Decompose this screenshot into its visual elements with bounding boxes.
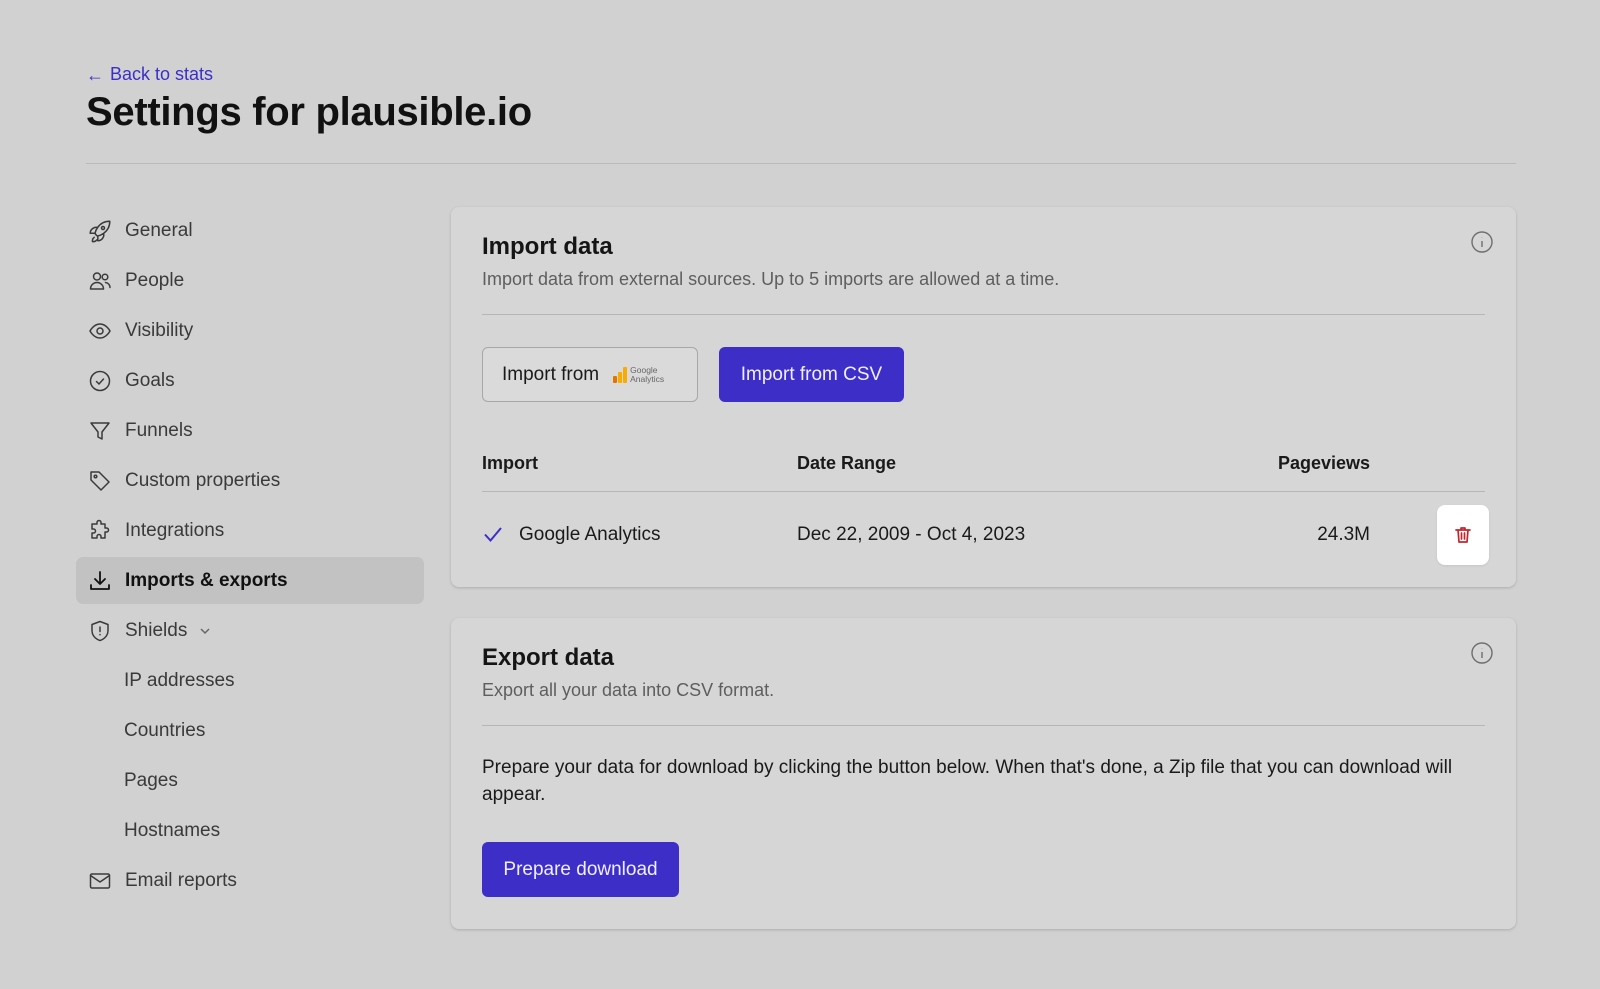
pageviews-cell: 24.3M <box>1317 524 1370 545</box>
people-icon <box>88 269 112 293</box>
sidebar-item-custom-properties[interactable]: Custom properties <box>76 457 424 504</box>
sidebar-item-hostnames[interactable]: Hostnames <box>76 807 424 854</box>
prepare-download-button[interactable]: Prepare download <box>482 842 679 897</box>
export-card-description: Export all your data into CSV format. <box>482 680 775 700</box>
import-from-google-analytics-button[interactable]: Import from Google Analytics <box>482 347 698 402</box>
ga-logo-text-analytics: Analytics <box>630 373 665 384</box>
sidebar-item-people[interactable]: People <box>76 257 424 304</box>
sidebar-item-label: Goals <box>125 369 175 391</box>
sidebar-item-email-reports[interactable]: Email reports <box>76 857 424 904</box>
puzzle-icon <box>88 519 112 543</box>
sidebar-item-label: Imports & exports <box>125 569 288 591</box>
import-from-csv-button[interactable]: Import from CSV <box>719 347 904 402</box>
check-circle-icon <box>88 369 112 393</box>
rocket-icon <box>88 219 112 243</box>
sidebar-item-visibility[interactable]: Visibility <box>76 307 424 354</box>
column-header-date-range: Date Range <box>797 453 897 473</box>
sidebar-item-label: People <box>125 269 185 291</box>
eye-icon <box>88 319 112 343</box>
sidebar-item-goals[interactable]: Goals <box>76 357 424 404</box>
settings-sidebar: General People Visibility Goals Funnels … <box>76 207 424 907</box>
sidebar-item-general[interactable]: General <box>76 207 424 254</box>
shield-icon <box>88 619 112 643</box>
sidebar-item-label: Hostnames <box>124 819 221 841</box>
table-header-divider <box>482 491 1485 492</box>
check-icon <box>482 523 504 545</box>
google-analytics-logo: Google Analytics <box>613 365 665 384</box>
sidebar-item-label: Custom properties <box>125 469 281 491</box>
export-instructions: Prepare your data for download by clicki… <box>482 757 1453 805</box>
column-header-import: Import <box>482 453 538 473</box>
import-card-title: Import data <box>482 233 613 260</box>
sidebar-item-integrations[interactable]: Integrations <box>76 507 424 554</box>
sidebar-item-label: Visibility <box>125 319 194 341</box>
back-to-stats-link[interactable]: ← Back to stats <box>86 64 213 85</box>
page-title: Settings for plausible.io <box>86 90 532 134</box>
mail-icon <box>88 869 112 893</box>
ga-bars-icon <box>613 366 628 383</box>
header-divider <box>86 163 1516 164</box>
info-icon[interactable] <box>1471 642 1493 664</box>
sidebar-item-label: Email reports <box>125 869 237 891</box>
sidebar-item-label: Pages <box>124 769 178 791</box>
info-icon[interactable] <box>1471 231 1493 253</box>
export-data-card: Export data Export all your data into CS… <box>451 618 1516 929</box>
date-range-cell: Dec 22, 2009 - Oct 4, 2023 <box>797 524 1026 545</box>
delete-import-button[interactable] <box>1437 505 1489 565</box>
sidebar-item-label: Shields <box>125 619 188 641</box>
sidebar-item-label: Funnels <box>125 419 193 441</box>
sidebar-item-label: IP addresses <box>124 669 235 691</box>
import-data-card: Import data Import data from external so… <box>451 207 1516 587</box>
tag-icon <box>88 469 112 493</box>
import-source-cell: Google Analytics <box>519 524 661 545</box>
sidebar-item-label: Countries <box>124 719 206 741</box>
sidebar-item-label: General <box>125 219 193 241</box>
arrow-left-icon: ← <box>86 64 104 85</box>
import-from-label: Import from <box>502 363 600 385</box>
sidebar-item-shields[interactable]: Shields <box>76 607 424 654</box>
import-card-description: Import data from external sources. Up to… <box>482 269 1060 289</box>
column-header-pageviews: Pageviews <box>1277 453 1370 473</box>
sidebar-item-ip-addresses[interactable]: IP addresses <box>76 657 424 704</box>
funnel-icon <box>88 419 112 443</box>
sidebar-item-label: Integrations <box>125 519 225 541</box>
sidebar-item-imports-exports[interactable]: Imports & exports <box>76 557 424 604</box>
trash-icon <box>1455 527 1471 543</box>
download-icon <box>88 569 112 593</box>
import-card-divider <box>482 314 1485 315</box>
sidebar-item-pages[interactable]: Pages <box>76 757 424 804</box>
export-card-divider <box>482 725 1485 726</box>
sidebar-item-funnels[interactable]: Funnels <box>76 407 424 454</box>
back-link-label: Back to stats <box>110 64 214 84</box>
sidebar-item-countries[interactable]: Countries <box>76 707 424 754</box>
export-card-title: Export data <box>482 644 615 671</box>
chevron-down-icon <box>199 625 211 637</box>
